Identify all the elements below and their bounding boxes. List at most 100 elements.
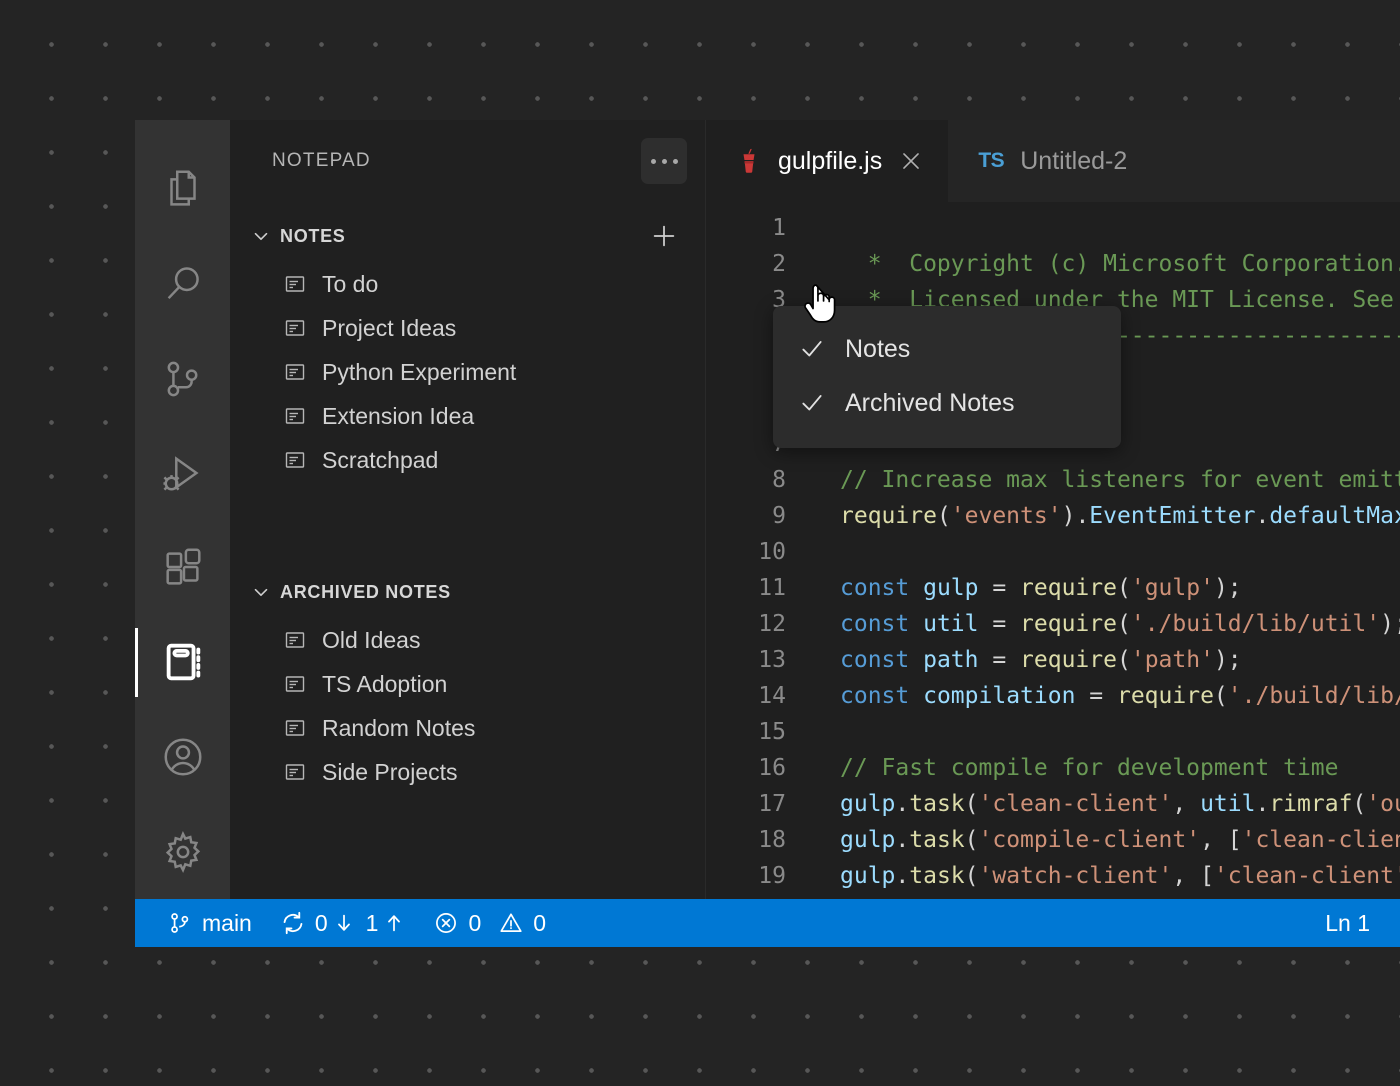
- list-item-label: Random Notes: [322, 715, 475, 742]
- account-icon: [160, 734, 206, 780]
- pane-archived-notes: ARCHIVED NOTES Old Ideas TS Adoption: [230, 556, 705, 899]
- code-line-text: require('events').EventEmitter.defaultMa…: [794, 503, 1400, 529]
- arrow-down-icon: [333, 912, 355, 934]
- tab-untitled-2[interactable]: TS Untitled-2: [948, 120, 1149, 202]
- code-line: 2 * Copyright (c) Microsoft Corporation.…: [706, 246, 1400, 282]
- list-item[interactable]: Scratchpad: [230, 438, 705, 482]
- list-item-label: Project Ideas: [322, 315, 456, 342]
- activity-item-search[interactable]: [135, 237, 230, 332]
- code-line-text: gulp.task('clean-client', util.rimraf('o…: [794, 791, 1400, 817]
- line-number: 8: [706, 467, 794, 493]
- menu-item-notes[interactable]: Notes: [773, 322, 1121, 376]
- code-line-text: * Copyright (c) Microsoft Corporation. A…: [794, 251, 1400, 277]
- code-line: 8// Increase max listeners for event emi…: [706, 462, 1400, 498]
- activity-item-extensions[interactable]: [135, 521, 230, 616]
- list-item-label: TS Adoption: [322, 671, 447, 698]
- line-number: 15: [706, 719, 794, 745]
- line-number: 17: [706, 791, 794, 817]
- list-item-label: Old Ideas: [322, 627, 420, 654]
- status-branch-label: main: [202, 910, 252, 937]
- line-number: 16: [706, 755, 794, 781]
- list-item-label: Extension Idea: [322, 403, 474, 430]
- source-control-icon: [160, 356, 206, 402]
- tab-label: gulpfile.js: [778, 147, 882, 176]
- line-number: 13: [706, 647, 794, 673]
- code-line-text: const path = require('path');: [794, 647, 1242, 673]
- code-line-text: // Increase max listeners for event emit…: [794, 467, 1400, 493]
- list-item[interactable]: To do: [230, 262, 705, 306]
- note-icon: [282, 627, 308, 653]
- list-item[interactable]: TS Adoption: [230, 662, 705, 706]
- views-context-menu: Notes Archived Notes: [773, 306, 1121, 448]
- line-number: 14: [706, 683, 794, 709]
- files-icon: [160, 166, 206, 212]
- sidebar: NOTEPAD NOTES: [230, 120, 706, 899]
- list-item-label: Scratchpad: [322, 447, 438, 474]
- code-line: 16// Fast compile for development time: [706, 750, 1400, 786]
- activity-item-source-control[interactable]: [135, 331, 230, 426]
- window-body: NOTEPAD NOTES: [135, 120, 1400, 899]
- check-icon: [799, 336, 825, 362]
- line-number: 2: [706, 251, 794, 277]
- note-icon: [282, 671, 308, 697]
- code-line-text: const compilation = require('./build/lib…: [794, 683, 1400, 709]
- list-item[interactable]: Python Experiment: [230, 350, 705, 394]
- chevron-down-icon[interactable]: [248, 579, 274, 605]
- ellipsis-icon-dot: [673, 159, 678, 164]
- chevron-down-icon[interactable]: [248, 223, 274, 249]
- code-line-text: gulp.task('compile-client', ['clean-clie…: [794, 827, 1400, 853]
- pane-header-notes[interactable]: NOTES: [230, 210, 705, 262]
- list-item[interactable]: Project Ideas: [230, 306, 705, 350]
- menu-item-archived-notes[interactable]: Archived Notes: [773, 376, 1121, 430]
- more-actions-button[interactable]: [641, 138, 687, 184]
- list-item[interactable]: Old Ideas: [230, 618, 705, 662]
- activity-item-notepad[interactable]: [135, 615, 230, 710]
- note-icon: [282, 715, 308, 741]
- extensions-icon: [160, 545, 206, 591]
- code-line: 9require('events').EventEmitter.defaultM…: [706, 498, 1400, 534]
- sync-icon: [280, 910, 306, 936]
- line-number: 19: [706, 863, 794, 889]
- status-warning-count: 0: [533, 910, 546, 937]
- activity-item-settings[interactable]: [135, 804, 230, 899]
- activity-item-accounts[interactable]: [135, 710, 230, 805]
- pane-header-archived-notes[interactable]: ARCHIVED NOTES: [230, 566, 705, 618]
- plus-icon[interactable]: [647, 219, 681, 253]
- sidebar-title: NOTEPAD: [272, 150, 641, 172]
- close-icon[interactable]: [896, 146, 926, 176]
- code-line: 18gulp.task('compile-client', ['clean-cl…: [706, 822, 1400, 858]
- code-line: 11const gulp = require('gulp');: [706, 570, 1400, 606]
- tab-bar: gulpfile.js TS Untitled-2: [706, 120, 1400, 202]
- note-icon: [282, 447, 308, 473]
- menu-item-label: Archived Notes: [845, 389, 1015, 418]
- activity-item-explorer[interactable]: [135, 142, 230, 237]
- code-line: 17gulp.task('clean-client', util.rimraf(…: [706, 786, 1400, 822]
- note-icon: [282, 271, 308, 297]
- warning-triangle-icon: [498, 910, 524, 936]
- activity-item-run-and-debug[interactable]: [135, 426, 230, 521]
- tab-gulpfile-js[interactable]: gulpfile.js: [706, 120, 948, 202]
- status-branch[interactable]: main: [153, 899, 266, 947]
- pane-title-notes: NOTES: [280, 226, 641, 247]
- list-item[interactable]: Random Notes: [230, 706, 705, 750]
- note-icon: [282, 403, 308, 429]
- list-item[interactable]: Side Projects: [230, 750, 705, 794]
- code-line: 19gulp.task('watch-client', ['clean-clie…: [706, 858, 1400, 894]
- search-icon: [160, 261, 206, 307]
- status-problems[interactable]: 0 0: [419, 899, 560, 947]
- line-number: 10: [706, 539, 794, 565]
- status-error-count: 0: [468, 910, 481, 937]
- code-line: 1: [706, 210, 1400, 246]
- code-line-text: gulp.task('watch-client', ['clean-client…: [794, 863, 1400, 889]
- status-sync-up-count: 1: [366, 910, 379, 937]
- list-item-label: Side Projects: [322, 759, 458, 786]
- line-number: 1: [706, 215, 794, 241]
- vscode-window: NOTEPAD NOTES: [135, 120, 1400, 947]
- status-sync[interactable]: 0 1: [266, 899, 420, 947]
- notebook-icon: [160, 639, 206, 685]
- status-cursor-position-label: Ln 1: [1325, 910, 1370, 937]
- list-item[interactable]: Extension Idea: [230, 394, 705, 438]
- status-cursor-position[interactable]: Ln 1: [1311, 899, 1384, 947]
- gulp-icon: [734, 146, 764, 176]
- run-debug-icon: [160, 450, 206, 496]
